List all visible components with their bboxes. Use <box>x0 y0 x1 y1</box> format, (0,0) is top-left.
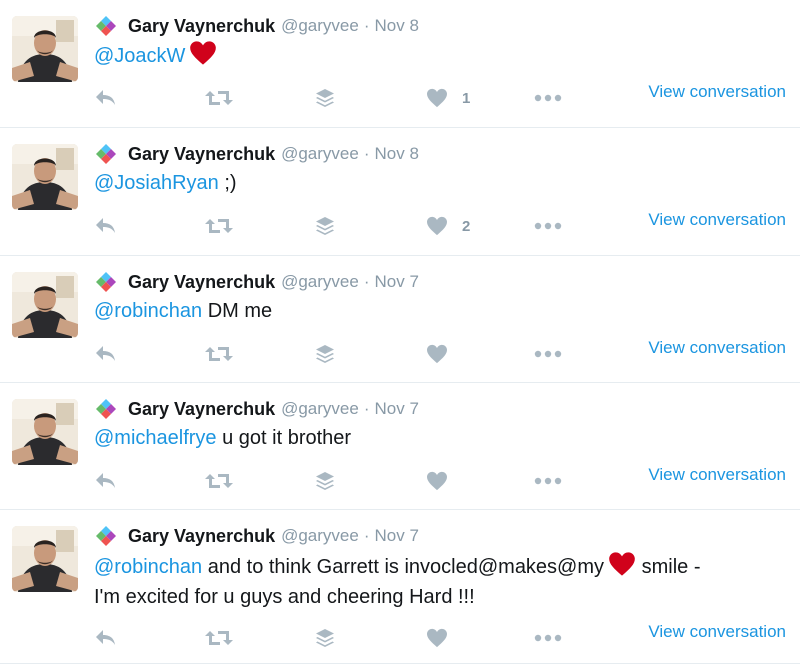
retweet-icon[interactable] <box>204 212 234 240</box>
like-count: 1 <box>462 89 471 107</box>
app-diamond-icon <box>96 144 116 164</box>
reply-icon[interactable] <box>94 84 118 112</box>
avatar[interactable] <box>12 144 78 210</box>
tweet-body-text: u got it brother <box>216 427 352 449</box>
tweet-body-text: ;) <box>218 172 237 194</box>
tweet-text: @robinchan DM me <box>94 296 784 326</box>
like-button[interactable]: 1 <box>426 84 470 112</box>
buffer-stack-icon[interactable] <box>314 624 336 652</box>
tweet-header: Gary Vaynerchuk @garyvee · Nov 8 <box>96 142 419 166</box>
mention-link[interactable]: @robinchan <box>94 556 202 578</box>
author-handle[interactable]: @garyvee <box>281 144 359 164</box>
reply-icon[interactable] <box>94 340 118 368</box>
tweet-header: Gary Vaynerchuk @garyvee · Nov 7 <box>96 270 419 294</box>
reply-icon[interactable] <box>94 624 118 652</box>
tweet-body-text: smile - <box>636 556 701 578</box>
view-conversation-link[interactable]: View conversation <box>648 465 786 485</box>
more-dots-icon[interactable] <box>534 84 562 112</box>
heart-icon <box>426 628 448 648</box>
reply-icon[interactable] <box>94 212 118 240</box>
more-dots-icon[interactable] <box>534 340 562 368</box>
heart-icon <box>426 344 448 364</box>
retweet-icon[interactable] <box>204 340 234 368</box>
tweet-date[interactable]: Nov 8 <box>375 144 419 164</box>
author-name[interactable]: Gary Vaynerchuk <box>128 144 275 165</box>
tweet-date[interactable]: Nov 8 <box>375 16 419 36</box>
reply-icon[interactable] <box>94 467 118 495</box>
view-conversation-link[interactable]: View conversation <box>648 622 786 642</box>
retweet-icon[interactable] <box>204 467 234 495</box>
avatar[interactable] <box>12 272 78 338</box>
buffer-stack-icon[interactable] <box>314 84 336 112</box>
tweet-body-text: and to think Garrett is invocled@makes@m… <box>202 556 605 578</box>
author-name[interactable]: Gary Vaynerchuk <box>128 272 275 293</box>
author-handle[interactable]: @garyvee <box>281 526 359 546</box>
red-heart-emoji <box>189 40 217 66</box>
mention-link[interactable]: @robinchan <box>94 300 202 322</box>
separator-dot: · <box>363 526 370 545</box>
retweet-icon[interactable] <box>204 624 234 652</box>
avatar[interactable] <box>12 399 78 465</box>
tweet-body-text-line2: I'm excited for u guys and cheering Hard… <box>94 586 475 608</box>
view-conversation-link[interactable]: View conversation <box>648 338 786 358</box>
separator-dot: · <box>363 399 370 418</box>
like-button[interactable] <box>426 340 448 368</box>
separator-dot: · <box>363 144 370 163</box>
tweet-body-text: DM me <box>202 300 273 322</box>
tweet-text: @JosiahRyan ;) <box>94 168 784 198</box>
buffer-stack-icon[interactable] <box>314 212 336 240</box>
separator-dot: · <box>363 272 370 291</box>
author-name[interactable]: Gary Vaynerchuk <box>128 16 275 37</box>
view-conversation-link[interactable]: View conversation <box>648 82 786 102</box>
tweet-header: Gary Vaynerchuk @garyvee · Nov 7 <box>96 524 419 548</box>
mention-link[interactable]: @JoackW <box>94 45 185 67</box>
heart-icon <box>426 216 448 236</box>
more-dots-icon[interactable] <box>534 467 562 495</box>
like-button[interactable] <box>426 624 448 652</box>
author-name[interactable]: Gary Vaynerchuk <box>128 526 275 547</box>
tweet[interactable]: Gary Vaynerchuk @garyvee · Nov 8 @JoackW 1 Vie… <box>0 0 800 128</box>
tweet-date[interactable]: Nov 7 <box>375 399 419 419</box>
red-heart-emoji <box>608 551 636 577</box>
retweet-icon[interactable] <box>204 84 234 112</box>
buffer-stack-icon[interactable] <box>314 467 336 495</box>
tweet-header: Gary Vaynerchuk @garyvee · Nov 8 <box>96 14 419 38</box>
tweet-date[interactable]: Nov 7 <box>375 272 419 292</box>
app-diamond-icon <box>96 272 116 292</box>
separator-dot: · <box>363 16 370 35</box>
buffer-stack-icon[interactable] <box>314 340 336 368</box>
tweet-header: Gary Vaynerchuk @garyvee · Nov 7 <box>96 397 419 421</box>
app-diamond-icon <box>96 399 116 419</box>
tweet[interactable]: Gary Vaynerchuk @garyvee · Nov 7 @robinchan … <box>0 256 800 383</box>
view-conversation-link[interactable]: View conversation <box>648 210 786 230</box>
tweet[interactable]: Gary Vaynerchuk @garyvee · Nov 8 @JosiahRyan… <box>0 128 800 256</box>
avatar[interactable] <box>12 16 78 82</box>
heart-icon <box>426 471 448 491</box>
author-handle[interactable]: @garyvee <box>281 272 359 292</box>
like-button[interactable] <box>426 467 448 495</box>
more-dots-icon[interactable] <box>534 212 562 240</box>
avatar[interactable] <box>12 526 78 592</box>
app-diamond-icon <box>96 526 116 546</box>
tweet-text: @JoackW <box>94 40 784 71</box>
tweet[interactable]: Gary Vaynerchuk @garyvee · Nov 7 @robinchan … <box>0 510 800 664</box>
tweet-text: @robinchan and to think Garrett is invoc… <box>94 551 784 612</box>
author-handle[interactable]: @garyvee <box>281 16 359 36</box>
mention-link[interactable]: @michaelfrye <box>94 427 217 449</box>
like-button[interactable]: 2 <box>426 212 470 240</box>
tweet-date[interactable]: Nov 7 <box>375 526 419 546</box>
more-dots-icon[interactable] <box>534 624 562 652</box>
mention-link[interactable]: @JosiahRyan <box>94 172 219 194</box>
app-diamond-icon <box>96 16 116 36</box>
heart-icon <box>426 88 448 108</box>
tweet[interactable]: Gary Vaynerchuk @garyvee · Nov 7 @michaelfry… <box>0 383 800 510</box>
like-count: 2 <box>462 217 471 235</box>
author-name[interactable]: Gary Vaynerchuk <box>128 399 275 420</box>
author-handle[interactable]: @garyvee <box>281 399 359 419</box>
tweet-text: @michaelfrye u got it brother <box>94 423 784 453</box>
